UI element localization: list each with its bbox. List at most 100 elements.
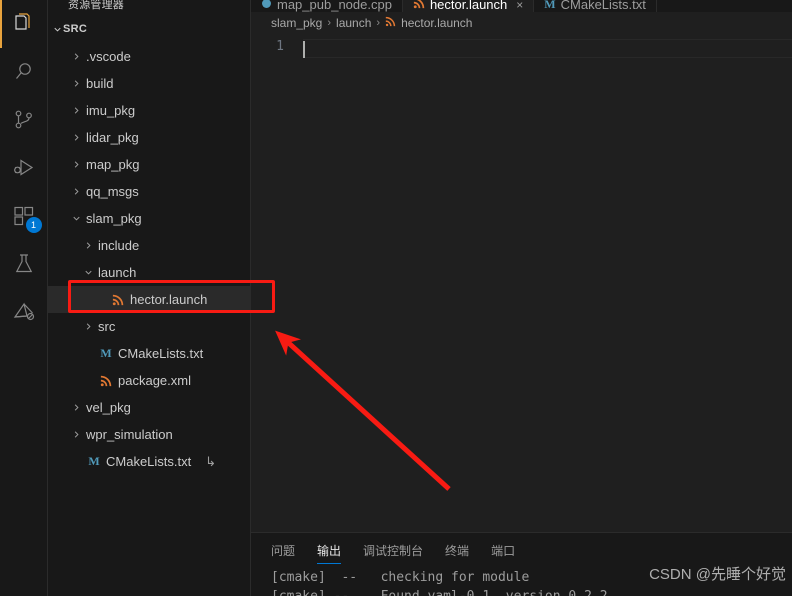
chevron-right-icon (68, 78, 84, 89)
cmake-file-icon: M (88, 454, 100, 468)
tree-item[interactable]: include (48, 232, 250, 259)
chevron-right-icon (80, 240, 96, 251)
tree-item[interactable]: package.xml (48, 367, 250, 394)
breadcrumb: slam_pkg › launch › hector.launch (251, 12, 792, 34)
chevron-right-icon (68, 402, 84, 413)
tree-item[interactable]: hector.launch (48, 286, 250, 313)
chevron-right-icon (68, 132, 84, 143)
line-number: 1 (276, 39, 284, 54)
beaker-icon (12, 252, 36, 276)
explorer-sidebar: 资源管理器 SRC .vscode build imu_pkg lidar_pkgma… (48, 0, 251, 596)
panel-tab[interactable]: 端口 (491, 533, 515, 568)
xml-icon (385, 16, 396, 30)
tree-item-label: CMakeLists.txt (118, 346, 204, 361)
files-icon (12, 12, 36, 36)
activity-item-ros[interactable] (0, 288, 48, 336)
editor-tab-bar: map_pub_node.cpp hector.launch × M CMakeList… (251, 0, 792, 12)
breadcrumb-part-0[interactable]: slam_pkg (271, 16, 322, 30)
tree-item[interactable]: lidar_pkg (48, 124, 250, 151)
editor-tab-label: hector.launch (429, 0, 508, 12)
tree-item-label: include (98, 238, 140, 253)
tree-item[interactable]: M CMakeLists.txt ↳ (48, 448, 250, 475)
tree-item[interactable]: slam_pkg (48, 205, 250, 232)
cpp-icon (261, 0, 272, 12)
chevron-down-icon (68, 213, 84, 224)
xml-icon (413, 0, 425, 12)
line-number-gutter: 1 (251, 34, 303, 532)
chevron-right-icon (68, 186, 84, 197)
activity-item-testing[interactable] (0, 240, 48, 288)
panel-tab[interactable]: 问题 (271, 533, 295, 568)
cmake-file-icon: M (100, 346, 112, 360)
text-caret (303, 41, 305, 58)
tree-item[interactable]: wpr_simulation (48, 421, 250, 448)
tree-item[interactable]: imu_pkg (48, 97, 250, 124)
output-line: [cmake] -- checking for module (271, 570, 530, 585)
tree-item-label: .vscode (86, 49, 131, 64)
tree-item-label: package.xml (118, 373, 191, 388)
current-line (303, 39, 792, 58)
tree-item[interactable]: vel_pkg (48, 394, 250, 421)
tree-item[interactable]: qq_msgs (48, 178, 250, 205)
tree-item-label: build (86, 76, 114, 91)
xml-file-icon (96, 375, 116, 387)
editor-tab[interactable]: map_pub_node.cpp (251, 0, 403, 12)
tree-item-label: vel_pkg (86, 400, 131, 415)
tree-item[interactable]: .vscode (48, 43, 250, 70)
code-editor[interactable]: 1 (251, 34, 792, 532)
tree-item[interactable]: M CMakeLists.txt (48, 340, 250, 367)
activity-item-extensions[interactable]: 1 (0, 192, 48, 240)
tree-item[interactable]: src (48, 313, 250, 340)
activity-bar: 1 (0, 0, 48, 596)
editor-tab-label: CMakeLists.txt (560, 0, 646, 12)
source-control-icon (12, 108, 36, 132)
output-view[interactable]: [cmake] -- checking for module [cmake] -… (251, 568, 792, 596)
close-icon[interactable]: × (516, 0, 523, 12)
breadcrumb-part-1[interactable]: launch (336, 16, 371, 30)
tree-item[interactable]: build (48, 70, 250, 97)
tree-item[interactable]: map_pkg (48, 151, 250, 178)
ros-icon (12, 300, 36, 324)
chevron-right-icon (68, 51, 84, 62)
breadcrumb-part-2[interactable]: hector.launch (401, 16, 472, 30)
output-line: [cmake] -- Found yaml-0.1, version 0.2.2 (271, 587, 792, 596)
panel-tab[interactable]: 调试控制台 (363, 533, 423, 568)
tree-item-label: slam_pkg (86, 211, 142, 226)
tree-item-label: src (98, 319, 116, 334)
activity-item-search[interactable] (0, 48, 48, 96)
xml-file-icon (108, 294, 128, 306)
bottom-panel: 问题 输出 调试控制台 终端 端口 [cmake] -- checking for mo… (251, 532, 792, 596)
explorer-section-header[interactable]: SRC (48, 18, 250, 40)
sidebar-title: 资源管理器 (68, 0, 124, 11)
extensions-badge: 1 (25, 217, 42, 233)
chevron-down-icon (52, 24, 63, 35)
chevron-right-icon (80, 321, 96, 332)
tree-item-label: map_pkg (86, 157, 140, 172)
breadcrumb-separator-icon: › (376, 17, 381, 29)
search-icon (12, 60, 36, 84)
explorer-section-label: SRC (63, 23, 88, 35)
chevron-down-icon (80, 267, 96, 278)
breadcrumb-separator-icon: › (327, 17, 332, 29)
tree-item-label: imu_pkg (86, 103, 136, 118)
tree-item-label: wpr_simulation (86, 427, 173, 442)
tree-item[interactable]: launch (48, 259, 250, 286)
tree-item-label: launch (98, 265, 137, 280)
run-debug-icon (12, 156, 36, 180)
activity-item-explorer[interactable] (0, 0, 48, 48)
tree-item-label: hector.launch (130, 292, 208, 307)
activity-item-source-control[interactable] (0, 96, 48, 144)
file-tree: .vscode build imu_pkg lidar_pkg map_pkg qq_ms… (48, 43, 250, 475)
vscode-window: 1 资源管理器 SRC .vscode build imu_pkg lidar_… (0, 0, 792, 596)
editor-tab[interactable]: M CMakeLists.txt (534, 0, 657, 12)
panel-tab[interactable]: 输出 (317, 533, 342, 568)
tree-item-label: qq_msgs (86, 184, 139, 199)
editor-tab[interactable]: hector.launch × (402, 0, 535, 12)
cmake-icon: M (544, 0, 556, 11)
tree-item-label: lidar_pkg (86, 130, 139, 145)
editor-tab-label: map_pub_node.cpp (277, 0, 392, 12)
code-content[interactable] (303, 34, 792, 532)
activity-item-run-and-debug[interactable] (0, 144, 48, 192)
symlink-icon: ↳ (205, 453, 217, 469)
panel-tab[interactable]: 终端 (445, 533, 469, 568)
